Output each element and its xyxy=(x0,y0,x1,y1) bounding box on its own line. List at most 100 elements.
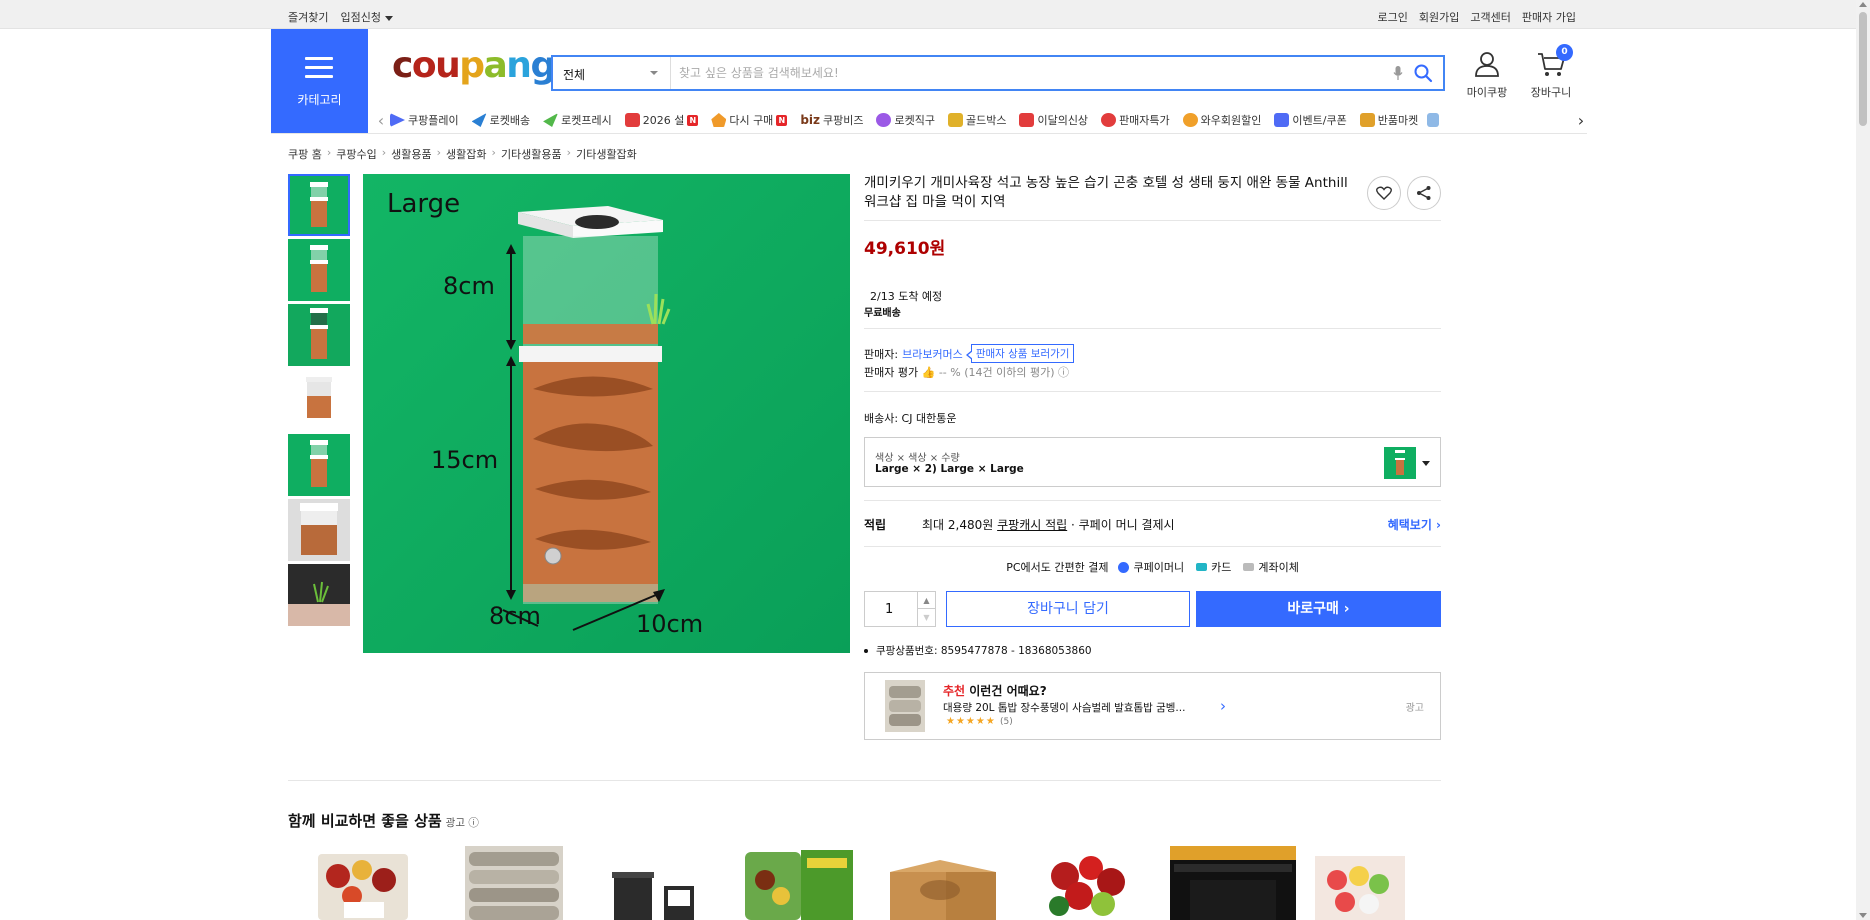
scroll-up-arrow-icon[interactable] xyxy=(1859,2,1867,7)
nav-item[interactable]: 쿠팡플레이 xyxy=(390,112,459,128)
image-dim-label: 15cm xyxy=(431,446,499,474)
top-left-links: 즐겨찾기 입점신청 xyxy=(288,9,393,25)
breadcrumb-item[interactable]: 기타생활잡화 xyxy=(576,146,637,162)
search-icon[interactable] xyxy=(1413,63,1433,86)
thumbnail[interactable] xyxy=(288,304,350,366)
share-button[interactable] xyxy=(1407,176,1441,210)
nav-item[interactable]: biz 쿠팡비즈 xyxy=(800,112,863,128)
nav-item[interactable]: 이벤트/쿠폰 xyxy=(1274,112,1347,128)
nav-item-label: 판매자특가 xyxy=(1119,114,1170,127)
search-category-select[interactable]: 전체 xyxy=(553,57,671,89)
more-nav-icon xyxy=(1427,113,1440,127)
recommendation-item-name[interactable]: 대용량 20L 톱밥 장수풍뎅이 사슴벌레 발효톱밥 굼벵... xyxy=(943,700,1203,715)
thumbnail[interactable] xyxy=(288,499,350,561)
info-icon[interactable]: ⓘ xyxy=(1058,366,1069,379)
search-input[interactable] xyxy=(679,63,1379,83)
chevron-left-icon[interactable]: ‹ xyxy=(372,111,390,130)
nav-item[interactable]: 2026 설N xyxy=(624,112,699,128)
compare-ad: 광고 ⓘ xyxy=(445,817,479,829)
quantity-value[interactable]: 1 xyxy=(885,602,893,617)
seller-signup-link[interactable]: 판매자 가입 xyxy=(1522,9,1576,25)
login-link[interactable]: 로그인 xyxy=(1378,9,1408,25)
recommendation-card[interactable]: 추천 이런건 어때요? 대용량 20L 톱밥 장수풍뎅이 사슴벌레 발효톱밥 굼… xyxy=(864,672,1441,740)
chevron-down-icon xyxy=(1422,461,1430,466)
compare-product[interactable] xyxy=(1170,846,1296,920)
review-count: (5) xyxy=(1000,717,1013,727)
rating-note: (14건 이하의 평가) xyxy=(964,366,1055,379)
breadcrumb: 쿠팡 홈 › 쿠팡수입 › 생활용품 › 생활잡화 › 기타생활용품 › 기타생활잡화 xyxy=(288,146,637,162)
hamburger-icon xyxy=(305,57,333,84)
compare-product[interactable] xyxy=(445,846,571,920)
coupang-logo[interactable]: coupang xyxy=(392,48,556,84)
shopping-bag-icon xyxy=(1019,113,1035,127)
increase-quantity-button[interactable]: ▲ xyxy=(917,592,935,609)
top-right-links: 로그인 회원가입 고객센터 판매자 가입 xyxy=(1378,9,1576,25)
bullet-icon xyxy=(864,649,868,653)
category-menu-button[interactable]: 카테고리 xyxy=(271,29,368,133)
cart-button[interactable]: 장바구니 0 xyxy=(1523,44,1579,100)
rating-label: 판매자 평가 xyxy=(864,366,919,379)
bank-transfer-icon xyxy=(1243,563,1255,571)
compare-section-title: 함께 비교하면 좋을 상품 광고 ⓘ xyxy=(288,810,479,831)
compare-product[interactable] xyxy=(735,846,861,920)
scroll-down-arrow-icon[interactable] xyxy=(1859,913,1867,918)
nav-item[interactable]: 이달의신상 xyxy=(1019,112,1088,128)
nav-item[interactable]: 판매자특가 xyxy=(1101,112,1170,128)
add-to-cart-button[interactable]: 장바구니 담기 xyxy=(946,591,1190,627)
scrollbar-thumb[interactable] xyxy=(1859,12,1867,126)
thumbnail[interactable] xyxy=(288,369,350,431)
nav-item-label: 와우회원할인 xyxy=(1200,114,1262,127)
buy-now-button[interactable]: 바로구매 › xyxy=(1196,591,1441,627)
thumbnail[interactable] xyxy=(288,564,350,626)
wishlist-button[interactable] xyxy=(1367,176,1401,210)
decrease-quantity-button[interactable]: ▼ xyxy=(917,609,935,626)
ad-label: 광고 xyxy=(1405,703,1424,714)
divider xyxy=(864,500,1441,501)
breadcrumb-item[interactable]: 쿠팡수입 xyxy=(336,146,376,162)
chevron-right-icon[interactable]: › xyxy=(1220,697,1226,715)
breadcrumb-item[interactable]: 생활용품 xyxy=(391,146,431,162)
thumbnail[interactable] xyxy=(288,239,350,301)
thumbnail[interactable] xyxy=(288,174,350,236)
nav-item[interactable]: 골드박스 xyxy=(947,112,1006,128)
seller-products-button[interactable]: 판매자 상품 보러가기 xyxy=(965,344,1075,363)
compare-product[interactable] xyxy=(1315,846,1441,920)
option-title: 색상 × 색상 × 수량 xyxy=(875,453,960,464)
benefits-link[interactable]: 혜택보기 › xyxy=(1388,516,1441,533)
main-product-image[interactable]: Large 8cm 15cm 8cm 10cm xyxy=(363,174,850,653)
nav-item[interactable]: 로켓배송 xyxy=(471,112,530,128)
compare-product[interactable] xyxy=(880,846,1006,920)
nav-item[interactable]: 반품마켓 xyxy=(1359,112,1418,128)
compare-product[interactable] xyxy=(590,846,716,920)
signup-link[interactable]: 회원가입 xyxy=(1419,9,1459,25)
goldbox-icon xyxy=(947,113,963,127)
option-select[interactable]: 색상 × 색상 × 수량 Large × 2) Large × Large xyxy=(864,437,1441,487)
option-thumbnail xyxy=(1384,447,1416,479)
microphone-icon[interactable] xyxy=(1393,65,1403,84)
nav-item[interactable]: 다시 구매 N xyxy=(711,112,788,128)
quantity-stepper[interactable]: 1 ▲ ▼ xyxy=(864,591,936,627)
seller-apply-link[interactable]: 입점신청 xyxy=(340,9,393,25)
bookmark-link[interactable]: 즐겨찾기 xyxy=(288,9,328,25)
customer-center-link[interactable]: 고객센터 xyxy=(1470,9,1510,25)
chevron-right-icon: › xyxy=(491,146,496,159)
biz-icon: biz xyxy=(800,113,820,127)
nav-item[interactable]: 로켓프레시 xyxy=(543,112,612,128)
seller-name-link[interactable]: 브라보커머스 xyxy=(902,346,963,362)
chevron-down-icon xyxy=(650,71,658,75)
compare-product[interactable] xyxy=(1025,846,1151,920)
breadcrumb-item[interactable]: 생활잡화 xyxy=(446,146,486,162)
breadcrumb-item[interactable]: 쿠팡 홈 xyxy=(288,146,322,162)
page-scrollbar[interactable] xyxy=(1856,0,1870,920)
mycoupang-button[interactable]: 마이쿠팡 xyxy=(1459,50,1515,100)
thumbnail[interactable] xyxy=(288,434,350,496)
card-icon xyxy=(1196,563,1208,571)
compare-product[interactable] xyxy=(300,846,426,920)
coupang-cash-link[interactable]: 쿠팡캐시 적립 xyxy=(997,518,1067,532)
caret-down-icon xyxy=(384,15,393,21)
chevron-right-icon[interactable]: › xyxy=(1572,111,1590,130)
divider xyxy=(864,220,1441,221)
nav-item[interactable]: 와우회원할인 xyxy=(1182,112,1262,128)
nav-item[interactable]: 로켓직구 xyxy=(876,112,935,128)
breadcrumb-item[interactable]: 기타생활용품 xyxy=(501,146,562,162)
